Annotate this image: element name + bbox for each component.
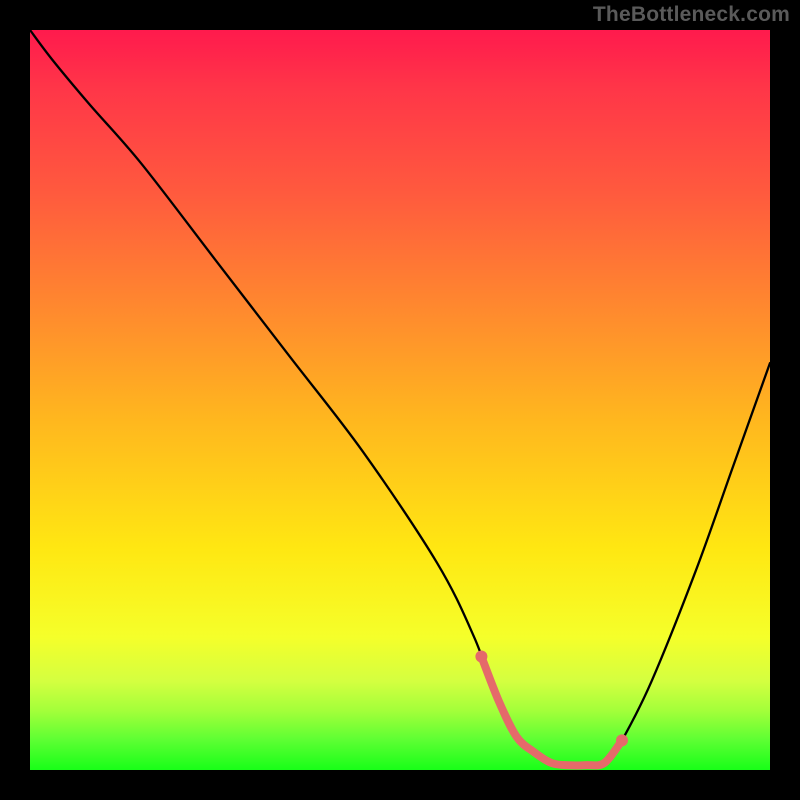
highlight-dot-left xyxy=(475,651,487,663)
highlight-dot-right xyxy=(616,734,628,746)
chart-frame: TheBottleneck.com xyxy=(0,0,800,800)
baseline-highlight xyxy=(481,657,622,766)
curve-overlay xyxy=(30,30,770,770)
bottleneck-curve xyxy=(30,30,770,766)
watermark-text: TheBottleneck.com xyxy=(593,3,790,27)
